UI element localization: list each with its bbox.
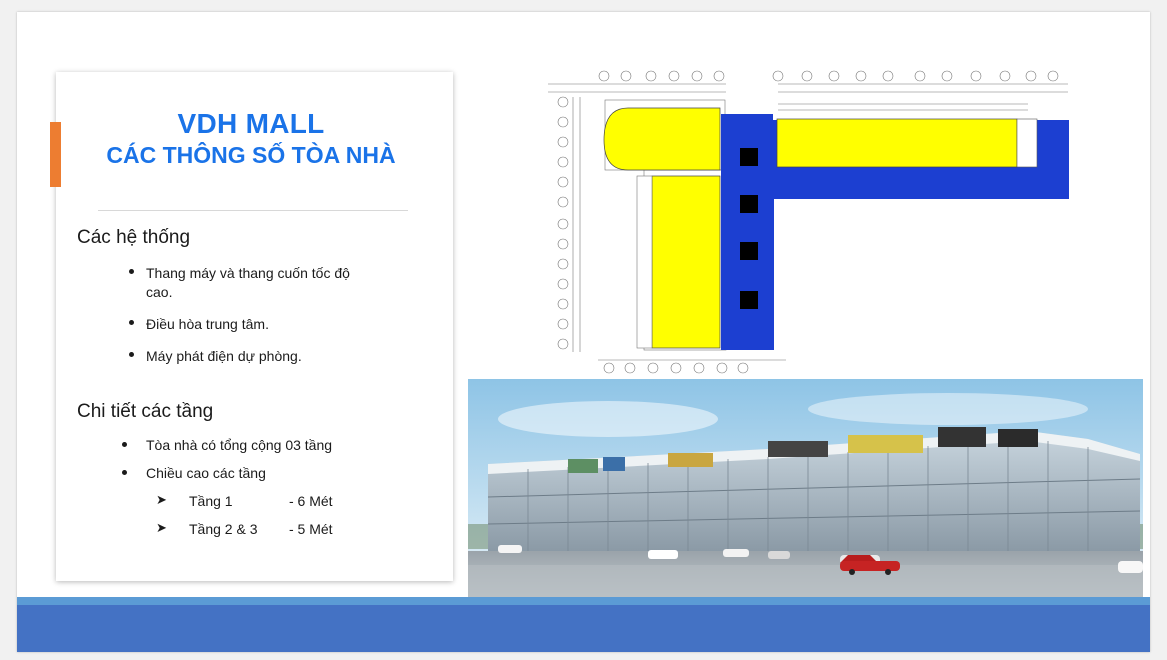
info-card: VDH MALL CÁC THÔNG SỐ TÒA NHÀ Các hệ thố… — [56, 72, 453, 581]
floors-heading: Chi tiết các tầng — [77, 401, 214, 422]
bullet-elevators-cont: cao. — [146, 284, 173, 300]
building-photo — [468, 379, 1143, 600]
footer-band-light — [17, 597, 1150, 605]
bullet-dot — [129, 320, 134, 325]
bullet-generator: Máy phát điện dự phòng. — [146, 348, 302, 364]
arrow-bullet-icon: ➤ — [156, 492, 167, 507]
bullet-dot — [122, 442, 127, 447]
floor-1-name: Tầng 1 — [189, 493, 233, 509]
title-divider — [98, 210, 408, 211]
bullet-dot — [129, 352, 134, 357]
systems-heading: Các hệ thống — [77, 227, 191, 248]
floor-plan-image — [468, 12, 1150, 379]
mall-subtitle: CÁC THÔNG SỐ TÒA NHÀ — [106, 142, 396, 168]
mall-title: VDH MALL — [177, 108, 325, 139]
slide: VDH MALL CÁC THÔNG SỐ TÒA NHÀ Các hệ thố… — [17, 12, 1150, 652]
bullet-elevators: Thang máy và thang cuốn tốc độ — [146, 265, 350, 281]
accent-bar — [50, 122, 61, 187]
bullet-dot — [122, 470, 127, 475]
floor-23-height: - 5 Mét — [289, 521, 333, 537]
floor-1-height: - 6 Mét — [289, 493, 333, 509]
arrow-bullet-icon: ➤ — [156, 520, 167, 535]
bullet-dot — [129, 269, 134, 274]
bullet-floor-heights: Chiều cao các tầng — [146, 465, 266, 481]
bullet-total-floors: Tòa nhà có tổng cộng 03 tầng — [146, 437, 333, 453]
footer-band-dark — [17, 605, 1150, 652]
floor-23-name: Tầng 2 & 3 — [189, 521, 258, 537]
bullet-central-ac: Điều hòa trung tâm. — [146, 316, 269, 332]
